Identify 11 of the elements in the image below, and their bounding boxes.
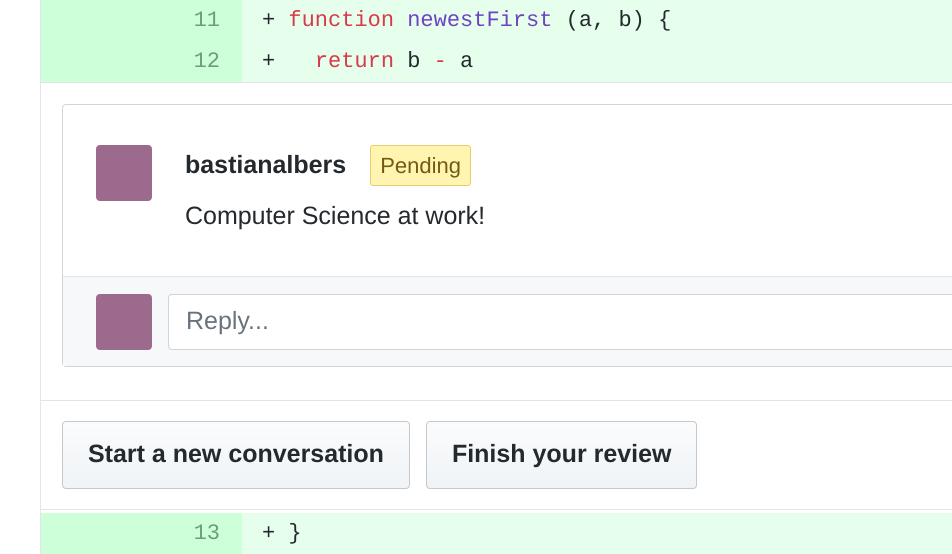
pending-badge: Pending	[370, 145, 471, 186]
review-button[interactable]: Start a new conversation	[62, 420, 410, 488]
line-number: 11	[41, 0, 242, 41]
line-number: 13	[41, 513, 242, 554]
reply-field[interactable]: Reply...	[168, 294, 952, 350]
avatar-photo-placeholder	[96, 145, 152, 201]
comment-text: Computer Science at work!	[185, 201, 486, 232]
author-name: bastianalbers	[185, 150, 346, 181]
avatar-photo-placeholder	[96, 294, 152, 350]
line-number: 12	[41, 41, 242, 82]
review-button[interactable]: Finish your review	[426, 420, 698, 488]
